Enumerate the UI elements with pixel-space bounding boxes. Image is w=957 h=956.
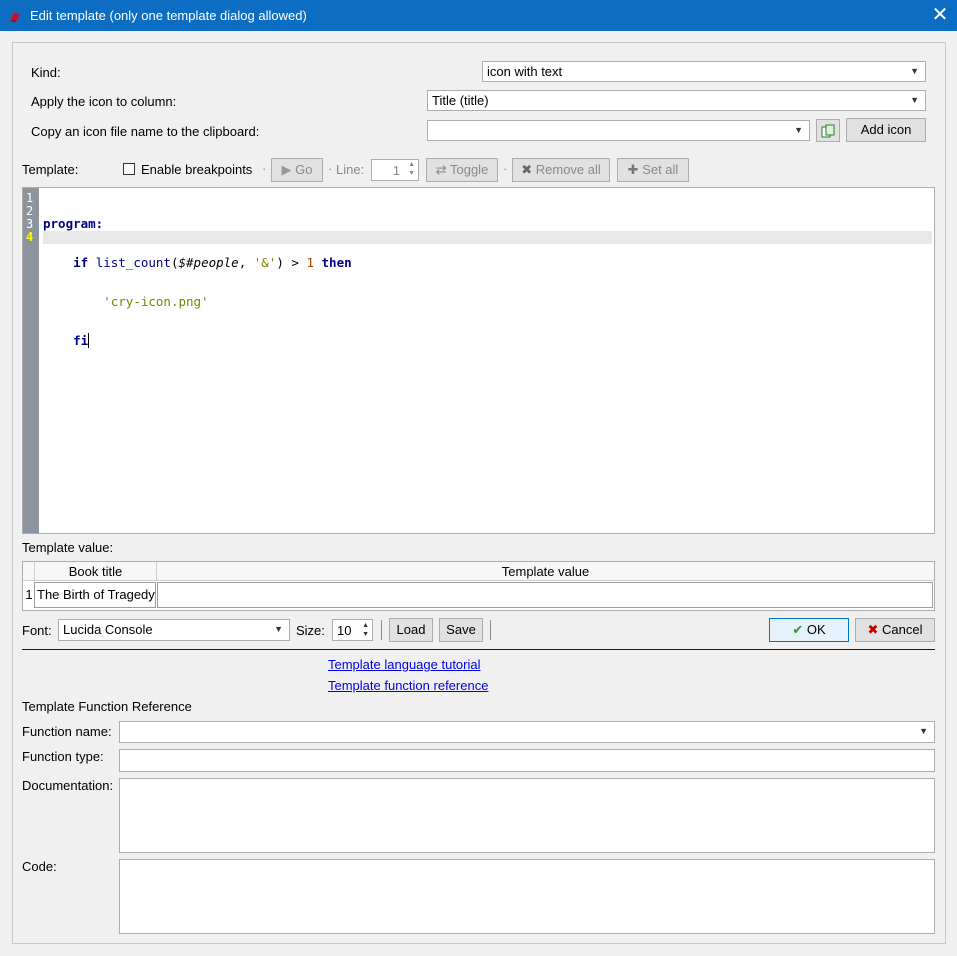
template-value-cell[interactable] — [157, 582, 933, 608]
line-spinbox[interactable]: 1 ▲ ▼ — [371, 159, 419, 181]
ok-button[interactable]: ✔ OK — [769, 618, 849, 642]
remove-all-label: Remove all — [535, 162, 601, 177]
code-line: 'cry-icon.png' — [103, 294, 209, 309]
toolbar-separator: · — [262, 161, 267, 176]
save-label: Save — [446, 622, 476, 637]
divider — [22, 649, 935, 650]
go-label: Go — [295, 162, 313, 177]
template-tutorial-link[interactable]: Template language tutorial — [328, 657, 481, 672]
size-label: Size: — [296, 623, 325, 638]
x-icon: ✖ — [867, 622, 879, 637]
code-line: fi — [73, 333, 90, 348]
chevron-down-icon: ▼ — [794, 125, 803, 135]
documentation-field[interactable] — [119, 778, 935, 853]
ok-label: OK — [806, 622, 826, 637]
text-cursor — [88, 333, 90, 348]
toggle-button[interactable]: ⇄ Toggle — [426, 158, 498, 182]
toggle-label: Toggle — [449, 162, 489, 177]
close-icon[interactable]: ✕ — [928, 4, 952, 26]
line-label: Line: — [336, 162, 365, 177]
column-header-template-value[interactable]: Template value — [157, 562, 934, 581]
save-button[interactable]: Save — [439, 618, 483, 642]
separator — [490, 620, 491, 640]
copy-icon-label: Copy an icon file name to the clipboard: — [31, 124, 260, 139]
function-name-combo[interactable]: ▼ — [119, 721, 935, 743]
font-value: Lucida Console — [63, 622, 153, 637]
font-label: Font: — [22, 623, 52, 638]
checkmark-icon: ✔ — [792, 622, 804, 637]
line-number-current: 4 — [26, 230, 34, 244]
chevron-down-icon: ▼ — [910, 95, 919, 105]
code-text: program: if list_count($#people, '&') > … — [43, 191, 352, 373]
remove-icon: ✖ — [521, 162, 533, 177]
kind-label: Kind: — [31, 65, 61, 80]
spinner-arrows-icon: ▲ ▼ — [362, 622, 369, 638]
corner-header — [23, 562, 35, 581]
copy-to-clipboard-button[interactable] — [816, 119, 840, 142]
template-value-label: Template value: — [22, 540, 114, 555]
apply-column-value: Title (title) — [432, 93, 489, 108]
column-header-book-title[interactable]: Book title — [35, 562, 157, 581]
kind-value: icon with text — [487, 64, 563, 79]
font-combo[interactable]: Lucida Console ▼ — [58, 619, 290, 641]
size-value: 10 — [337, 623, 352, 638]
remove-all-button[interactable]: ✖ Remove all — [512, 158, 610, 182]
function-type-field[interactable] — [119, 749, 935, 772]
enable-breakpoints-checkbox[interactable] — [123, 163, 135, 175]
cancel-label: Cancel — [882, 622, 923, 637]
play-icon: ▶ — [281, 162, 292, 177]
code-line: if list_count($#people, '&') > 1 then — [73, 255, 352, 270]
set-all-button[interactable]: ✚ Set all — [617, 158, 689, 182]
plus-icon: ✚ — [627, 162, 639, 177]
cancel-button[interactable]: ✖ Cancel — [855, 618, 935, 642]
line-value: 1 — [392, 163, 400, 178]
kind-combo[interactable]: icon with text ▼ — [482, 61, 926, 82]
copy-icon — [821, 124, 835, 138]
set-all-label: Set all — [642, 162, 679, 177]
line-number-gutter: 1 2 3 4 — [23, 188, 39, 533]
size-spinbox[interactable]: 10 ▲ ▼ — [332, 619, 373, 641]
toggle-icon: ⇄ — [435, 162, 447, 177]
chevron-down-icon: ▼ — [274, 624, 283, 634]
enable-breakpoints-label: Enable breakpoints — [141, 162, 253, 177]
book-title-cell[interactable]: The Birth of Tragedy — [34, 582, 156, 608]
template-reference-link[interactable]: Template function reference — [328, 678, 488, 693]
apply-column-combo[interactable]: Title (title) ▼ — [427, 90, 926, 111]
function-name-label: Function name: — [22, 724, 112, 739]
icon-filename-combo[interactable]: ▼ — [427, 120, 810, 141]
chevron-down-icon: ▼ — [910, 66, 919, 76]
load-label: Load — [396, 622, 426, 637]
chevron-down-icon: ▼ — [919, 726, 928, 736]
function-type-label: Function type: — [22, 749, 104, 764]
code-label: Code: — [22, 859, 57, 874]
go-button[interactable]: ▶ Go — [271, 158, 323, 182]
spinner-arrows-icon: ▲ ▼ — [408, 161, 415, 177]
window-title: Edit template (only one template dialog … — [30, 8, 307, 23]
apply-column-label: Apply the icon to column: — [31, 94, 177, 109]
template-value-table: Book title Template value 1 The Birth of… — [22, 561, 935, 611]
code-field[interactable] — [119, 859, 935, 934]
load-button[interactable]: Load — [389, 618, 433, 642]
function-reference-heading: Template Function Reference — [22, 699, 192, 714]
toolbar-separator: · — [503, 161, 508, 176]
code-line: program: — [43, 216, 104, 231]
separator — [381, 620, 382, 640]
documentation-label: Documentation: — [22, 778, 114, 793]
toolbar-separator: · — [328, 161, 333, 176]
app-icon — [10, 12, 20, 22]
template-editor[interactable]: 1 2 3 4 program: if list_count($#people,… — [22, 187, 935, 534]
template-label: Template: — [22, 162, 79, 177]
add-icon-button[interactable]: Add icon — [846, 118, 926, 142]
title-bar: Edit template (only one template dialog … — [0, 0, 957, 31]
